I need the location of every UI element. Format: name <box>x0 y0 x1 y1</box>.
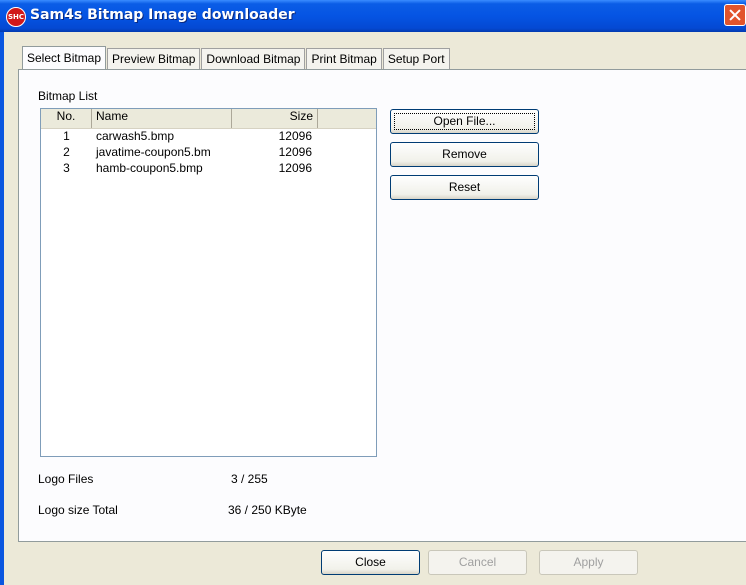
tab-strip: Select Bitmap Preview Bitmap Download Bi… <box>22 46 451 69</box>
column-header-size[interactable]: Size <box>232 109 318 128</box>
tab-download-bitmap[interactable]: Download Bitmap <box>201 48 306 69</box>
apply-label: Apply <box>573 555 604 569</box>
window-title: Sam4s Bitmap Image downloader <box>30 7 295 23</box>
tab-setup-port[interactable]: Setup Port <box>382 48 450 69</box>
logo-size-label: Logo size Total <box>38 503 118 517</box>
remove-button[interactable]: Remove <box>390 142 539 167</box>
row-name: javatime-coupon5.bm <box>96 145 211 159</box>
column-header-filler <box>318 109 376 128</box>
list-item[interactable]: 1 carwash5.bmp 12096 <box>41 129 376 145</box>
row-size: 12096 <box>278 129 312 143</box>
row-no: 1 <box>63 129 70 143</box>
close-label: Close <box>355 555 386 569</box>
row-no: 3 <box>63 161 70 175</box>
remove-label: Remove <box>442 147 487 161</box>
row-size: 12096 <box>278 145 312 159</box>
row-name: carwash5.bmp <box>96 129 175 143</box>
apply-button[interactable]: Apply <box>539 550 638 575</box>
tab-print-bitmap[interactable]: Print Bitmap <box>306 48 382 69</box>
open-file-label: Open File... <box>433 114 496 128</box>
reset-button[interactable]: Reset <box>390 175 539 200</box>
logo-size-value: 36 / 250 KByte <box>228 503 307 517</box>
row-size: 12096 <box>278 161 312 175</box>
column-header-no[interactable]: No. <box>41 109 92 128</box>
app-window: SHC Sam4s Bitmap Image downloader Select… <box>0 0 746 585</box>
logo-files-label: Logo Files <box>38 472 94 486</box>
listview-rows: 1 carwash5.bmp 12096 2 javatime-coupon5.… <box>41 129 376 177</box>
listview-header: No. Name Size <box>41 109 376 129</box>
bitmap-listview[interactable]: No. Name Size 1 carwash5.bmp 12096 2 jav… <box>40 108 377 457</box>
select-bitmap-panel: Bitmap List No. Name Size 1 carwash5.bmp… <box>18 69 746 542</box>
column-header-name[interactable]: Name <box>92 109 232 128</box>
tab-select-bitmap[interactable]: Select Bitmap <box>22 46 107 69</box>
app-logo-icon: SHC <box>6 7 26 27</box>
open-file-button[interactable]: Open File... <box>390 109 539 134</box>
close-button[interactable]: Close <box>321 550 420 575</box>
list-item[interactable]: 3 hamb-coupon5.bmp 12096 <box>41 161 376 177</box>
client-area: Select Bitmap Preview Bitmap Download Bi… <box>4 32 746 585</box>
cancel-label: Cancel <box>458 555 497 569</box>
list-item[interactable]: 2 javatime-coupon5.bm 12096 <box>41 145 376 161</box>
reset-label: Reset <box>448 180 481 194</box>
cancel-button[interactable]: Cancel <box>428 550 527 575</box>
tab-preview-bitmap[interactable]: Preview Bitmap <box>107 48 201 69</box>
row-name: hamb-coupon5.bmp <box>96 161 203 175</box>
bitmap-list-label: Bitmap List <box>38 89 98 103</box>
row-no: 2 <box>63 145 70 159</box>
title-bar[interactable]: SHC Sam4s Bitmap Image downloader <box>0 0 746 32</box>
logo-files-value: 3 / 255 <box>231 472 268 486</box>
close-window-button[interactable] <box>724 4 746 26</box>
